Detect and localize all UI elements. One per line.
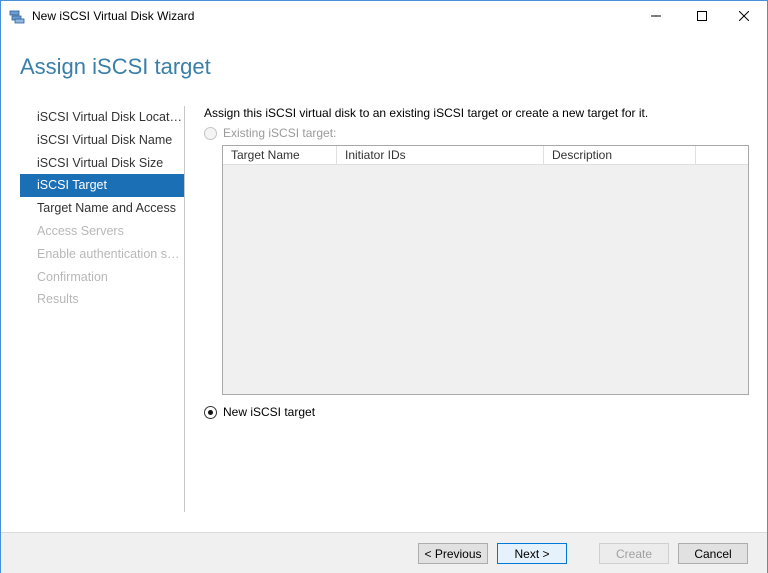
header-band: Assign iSCSI target bbox=[1, 31, 767, 105]
column-header-description[interactable]: Description bbox=[544, 146, 696, 164]
nav-item-enable-authentication: Enable authentication ser... bbox=[37, 246, 184, 261]
title-bar[interactable]: New iSCSI Virtual Disk Wizard bbox=[1, 1, 767, 31]
maximize-icon bbox=[697, 11, 707, 21]
instruction-text: Assign this iSCSI virtual disk to an exi… bbox=[204, 106, 649, 120]
wizard-steps-nav: iSCSI Virtual Disk Location iSCSI Virtua… bbox=[20, 106, 184, 311]
nav-item-confirmation: Confirmation bbox=[37, 269, 108, 284]
column-header-target-name[interactable]: Target Name bbox=[223, 146, 337, 164]
close-button[interactable] bbox=[721, 1, 767, 31]
minimize-icon bbox=[651, 15, 661, 17]
nav-item-virtual-disk-size[interactable]: iSCSI Virtual Disk Size bbox=[20, 152, 184, 175]
iscsi-disk-icon bbox=[9, 8, 25, 24]
column-header-initiator-ids[interactable]: Initiator IDs bbox=[337, 146, 544, 164]
existing-target-label: Existing iSCSI target: bbox=[223, 126, 337, 140]
nav-divider bbox=[184, 106, 185, 512]
previous-button[interactable]: < Previous bbox=[418, 543, 488, 564]
nav-item-virtual-disk-name[interactable]: iSCSI Virtual Disk Name bbox=[20, 129, 184, 152]
wizard-window: New iSCSI Virtual Disk Wizard Assign iSC… bbox=[0, 0, 768, 573]
page-title: Assign iSCSI target bbox=[20, 54, 211, 79]
button-footer: < Previous Next > Create Cancel bbox=[1, 532, 767, 573]
close-icon bbox=[739, 11, 749, 21]
column-header-filler bbox=[696, 146, 748, 164]
nav-item-results: Results bbox=[37, 292, 79, 307]
nav-item-virtual-disk-location[interactable]: iSCSI Virtual Disk Location bbox=[20, 106, 184, 129]
maximize-button[interactable] bbox=[679, 1, 725, 31]
new-target-radio[interactable] bbox=[204, 405, 217, 419]
target-list-grid: Target Name Initiator IDs Description bbox=[222, 145, 749, 395]
minimize-button[interactable] bbox=[633, 1, 679, 31]
nav-item-access-servers: Access Servers bbox=[37, 223, 124, 238]
new-target-option[interactable]: New iSCSI target bbox=[204, 405, 315, 419]
nav-item-iscsi-target[interactable]: iSCSI Target bbox=[20, 174, 184, 198]
grid-header: Target Name Initiator IDs Description bbox=[223, 146, 748, 165]
existing-target-radio bbox=[204, 126, 217, 140]
create-button: Create bbox=[599, 543, 669, 564]
cancel-button[interactable]: Cancel bbox=[678, 543, 748, 564]
window-title: New iSCSI Virtual Disk Wizard bbox=[32, 9, 195, 23]
new-target-label[interactable]: New iSCSI target bbox=[223, 405, 315, 419]
nav-item-target-name-access[interactable]: Target Name and Access bbox=[20, 197, 184, 220]
next-button[interactable]: Next > bbox=[497, 543, 567, 564]
existing-target-option: Existing iSCSI target: bbox=[204, 126, 336, 140]
